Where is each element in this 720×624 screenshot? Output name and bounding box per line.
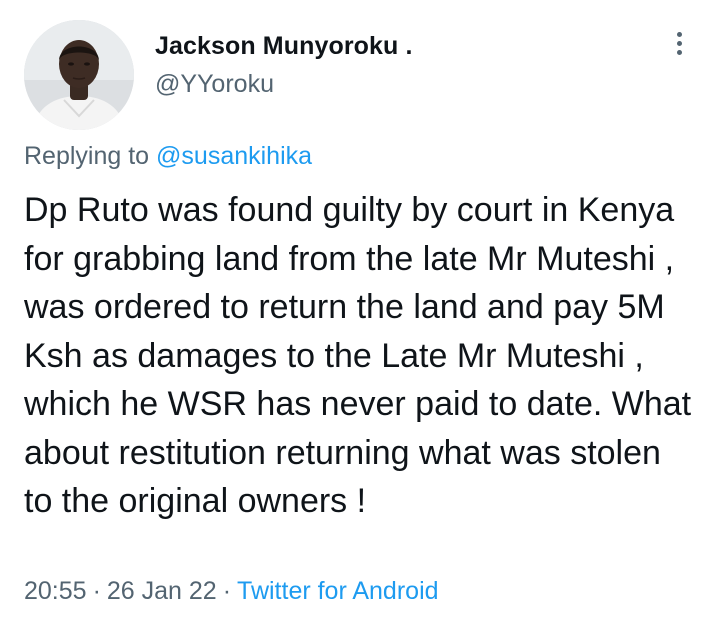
more-vertical-icon xyxy=(677,32,682,37)
reply-mention-link[interactable]: @susankihika xyxy=(156,142,312,170)
author-display-name[interactable]: Jackson Munyoroku . xyxy=(155,32,413,61)
replying-to: Replying to @susankihika xyxy=(24,142,312,171)
meta-separator: · xyxy=(222,577,232,605)
tweet-card: Jackson Munyoroku . @YYoroku Replying to… xyxy=(0,0,720,624)
avatar-image xyxy=(24,20,134,130)
more-vertical-icon-dot xyxy=(677,41,682,46)
tweet-date-link[interactable]: 26 Jan 22 xyxy=(107,577,217,605)
more-vertical-icon-dot xyxy=(677,50,682,55)
tweet-time-link[interactable]: 20:55 xyxy=(24,577,87,605)
meta-separator: · xyxy=(92,577,101,605)
tweet-source-link[interactable]: Twitter for Android xyxy=(237,577,438,605)
more-options-button[interactable] xyxy=(664,28,696,60)
author-handle[interactable]: @YYoroku xyxy=(155,70,274,99)
replying-to-label: Replying to xyxy=(24,142,150,170)
tweet-text: Dp Ruto was found guilty by court in Ken… xyxy=(24,191,692,520)
author-avatar[interactable] xyxy=(24,20,134,130)
tweet-meta: 20:55 · 26 Jan 22 · Twitter for Android xyxy=(24,577,439,606)
